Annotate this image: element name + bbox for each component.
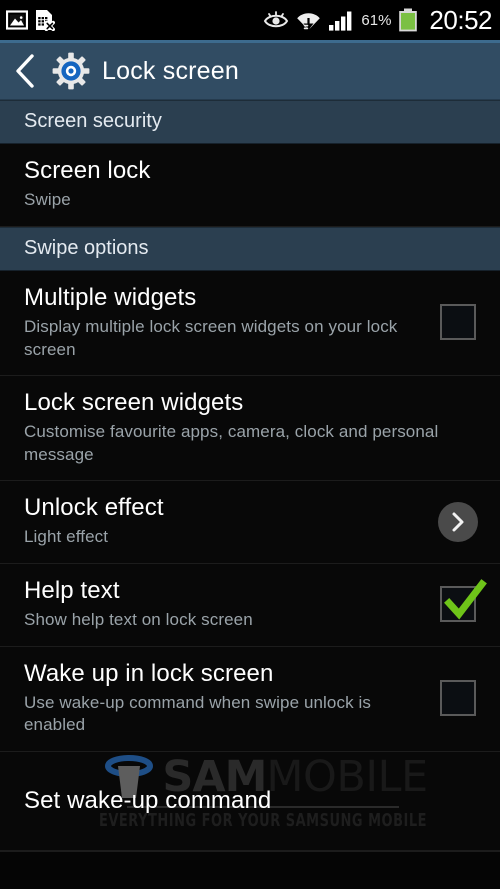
checkbox-multiple-widgets[interactable] <box>440 304 476 341</box>
row-wake-up-in-lock-screen[interactable]: Wake up in lock screen Use wake-up comma… <box>0 646 500 752</box>
back-button[interactable] <box>10 54 40 88</box>
page-title: Lock screen <box>102 56 239 85</box>
row-subtitle: Display multiple lock screen widgets on … <box>24 317 398 359</box>
action-bar: Lock screen <box>0 43 500 100</box>
row-set-wake-up-command[interactable]: SAM MOBILE EVERYTHING FOR YOUR SAMSUNG MO… <box>0 751 500 852</box>
row-text: Unlock effect Light effect <box>24 494 438 549</box>
row-screen-lock[interactable]: Screen lock Swipe <box>0 144 500 227</box>
checkbox-help-text[interactable] <box>440 579 487 623</box>
row-unlock-effect[interactable]: Unlock effect Light effect <box>0 481 500 564</box>
row-subtitle: Light effect <box>24 527 109 547</box>
row-title: Wake up in lock screen <box>24 659 274 687</box>
bottom-divider <box>0 849 500 852</box>
image-icon <box>6 10 28 30</box>
signal-bars-icon <box>328 10 354 31</box>
row-text: Lock screen widgets Customise favourite … <box>24 389 482 466</box>
row-help-text[interactable]: Help text Show help text on lock screen <box>0 563 500 647</box>
row-title: Lock screen widgets <box>24 388 244 416</box>
checkbox-wake-up-in-lock-screen[interactable] <box>440 680 476 717</box>
row-title: Set wake-up command <box>24 786 272 814</box>
back-chevron-icon <box>14 54 36 88</box>
watermark-brand-light: MOBILE <box>266 752 428 803</box>
battery-icon <box>398 8 418 32</box>
row-title: Multiple widgets <box>24 283 197 311</box>
row-text: Help text Show help text on lock screen <box>24 577 440 632</box>
settings-gear-icon <box>52 52 90 90</box>
phone-screen: 61% 20:52 Lock screen Screen security Sc… <box>0 0 500 889</box>
section-header-swipe-options: Swipe options <box>0 226 500 271</box>
row-title: Help text <box>24 576 120 604</box>
battery-percent-label: 61% <box>361 11 392 29</box>
row-text: Wake up in lock screen Use wake-up comma… <box>24 660 440 737</box>
status-bar-system-icons: 61% 20:52 <box>263 7 492 33</box>
section-header-screen-security: Screen security <box>0 100 500 144</box>
status-bar-clock: 20:52 <box>429 5 492 35</box>
sim-card-x-icon <box>34 9 55 31</box>
row-lock-screen-widgets[interactable]: Lock screen widgets Customise favourite … <box>0 375 500 482</box>
status-bar-notification-icons <box>6 9 55 31</box>
unlock-effect-settings-button[interactable] <box>438 501 478 542</box>
chevron-right-icon <box>450 511 466 533</box>
smart-stay-eye-icon <box>263 10 289 30</box>
row-text: Multiple widgets Display multiple lock s… <box>24 284 440 361</box>
row-subtitle: Swipe <box>24 190 71 210</box>
row-title: Unlock effect <box>24 494 164 522</box>
status-bar: 61% 20:52 <box>0 0 500 40</box>
row-subtitle: Show help text on lock screen <box>24 610 253 630</box>
check-mark-icon <box>444 579 487 620</box>
wifi-icon <box>296 9 321 31</box>
row-subtitle: Use wake-up command when swipe unlock is… <box>24 692 371 735</box>
row-title: Screen lock <box>24 157 151 184</box>
row-subtitle: Customise favourite apps, camera, clock … <box>24 422 439 464</box>
row-text: Screen lock Swipe <box>24 157 482 212</box>
row-multiple-widgets[interactable]: Multiple widgets Display multiple lock s… <box>0 270 500 376</box>
